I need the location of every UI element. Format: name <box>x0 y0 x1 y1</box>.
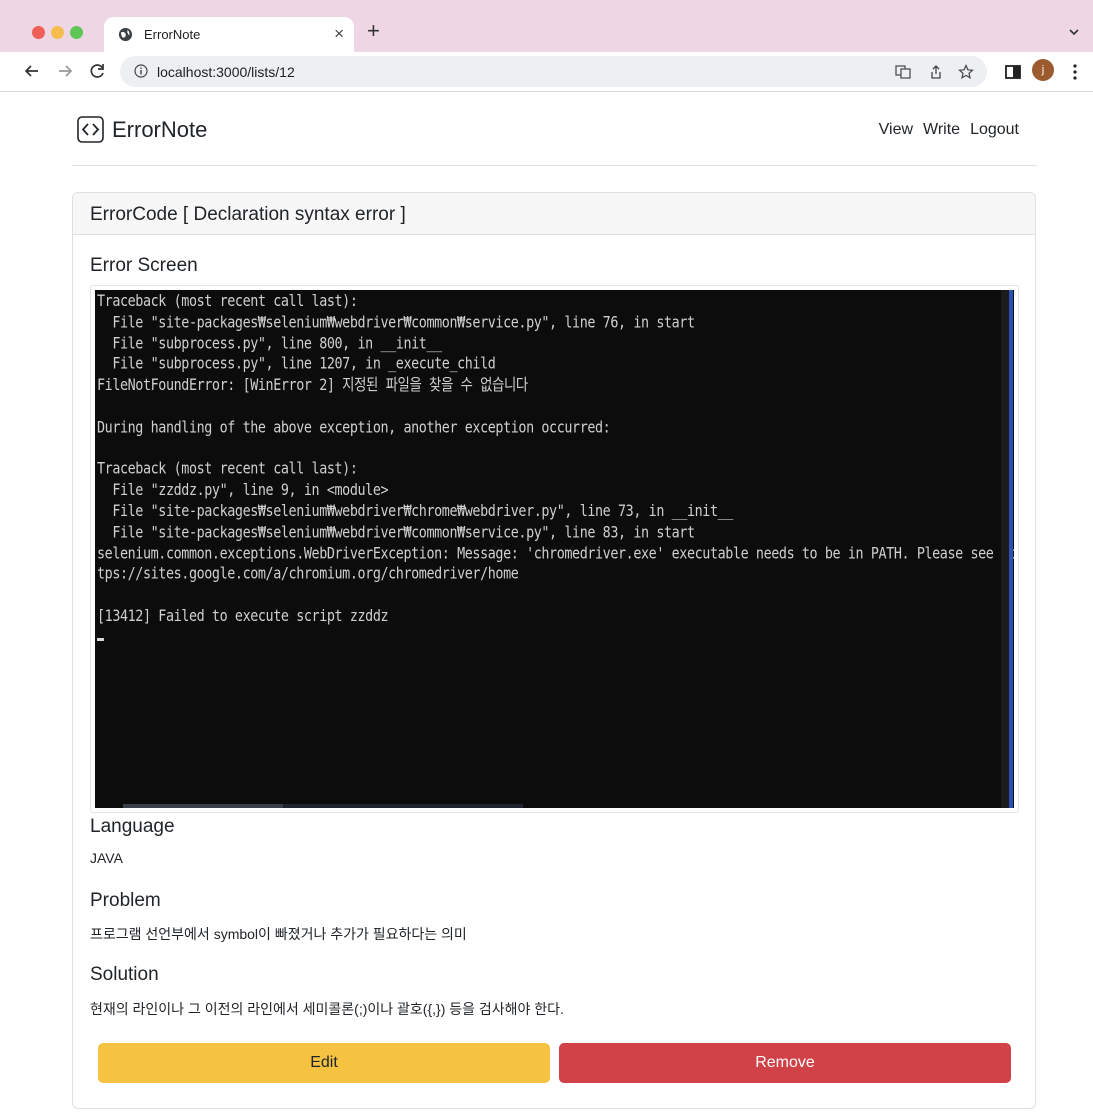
nav-write-link[interactable]: Write <box>923 121 960 139</box>
console-window: Traceback (most recent call last): File … <box>95 290 1014 808</box>
console-cursor <box>97 638 104 641</box>
brand-name: ErrorNote <box>112 117 208 142</box>
nav-view-link[interactable]: View <box>879 121 913 139</box>
reload-icon[interactable] <box>88 61 108 81</box>
page-content: ErrorNote View Write Logout ErrorCode [ … <box>0 93 1093 1115</box>
url-text[interactable]: localhost:3000/lists/12 <box>157 64 295 80</box>
problem-heading: Problem <box>90 890 161 911</box>
back-arrow-icon[interactable] <box>22 61 42 81</box>
card-header: ErrorCode [ Declaration syntax error ] <box>73 193 1035 235</box>
address-bar[interactable]: localhost:3000/lists/12 <box>120 56 987 87</box>
window-zoom-button[interactable] <box>70 26 83 39</box>
info-icon[interactable] <box>134 64 148 78</box>
solution-text: 현재의 라인이나 그 이전의 라인에서 세미콜론(;)이나 괄호({,}) 등을… <box>90 1001 564 1017</box>
console-h-scrollbar <box>123 804 283 808</box>
nav-logout-link[interactable]: Logout <box>970 121 1019 139</box>
bookmark-star-icon[interactable] <box>958 64 974 80</box>
code-brackets-icon <box>77 116 104 143</box>
browser-toolbar: localhost:3000/lists/12 <box>0 52 1093 92</box>
error-screenshot: Traceback (most recent call last): File … <box>90 285 1019 813</box>
solution-heading: Solution <box>90 964 159 985</box>
remove-button[interactable]: Remove <box>559 1043 1011 1083</box>
tab-title: ErrorNote <box>144 27 201 42</box>
error-code-title: ErrorCode [ Declaration syntax error ] <box>90 204 406 225</box>
console-scrollbar <box>1009 290 1013 808</box>
side-panel-icon[interactable] <box>1004 63 1022 81</box>
profile-avatar[interactable]: j <box>1032 59 1054 81</box>
chevron-down-icon[interactable] <box>1069 27 1079 37</box>
console-output: Traceback (most recent call last): File … <box>97 293 1014 626</box>
edit-button[interactable]: Edit <box>98 1043 550 1083</box>
tab-close-icon[interactable]: × <box>334 24 344 44</box>
problem-text: 프로그램 선언부에서 symbol이 빠졌거나 추가가 필요하다는 의미 <box>90 926 467 942</box>
nav-divider <box>72 165 1037 166</box>
language-value: JAVA <box>90 850 123 866</box>
error-note-card: ErrorCode [ Declaration syntax error ] E… <box>72 192 1036 1109</box>
new-tab-button[interactable]: + <box>367 20 380 42</box>
translate-icon[interactable] <box>895 64 911 80</box>
more-menu-icon[interactable] <box>1066 63 1084 81</box>
language-heading: Language <box>90 816 175 837</box>
window-minimize-button[interactable] <box>51 26 64 39</box>
top-navigation: View Write Logout <box>879 121 1019 139</box>
browser-tab[interactable]: ErrorNote × <box>104 17 354 52</box>
error-screen-heading: Error Screen <box>90 255 198 276</box>
share-icon[interactable] <box>928 64 944 80</box>
window-close-button[interactable] <box>32 26 45 39</box>
browser-tab-bar: ErrorNote × + <box>0 0 1093 52</box>
forward-arrow-icon[interactable] <box>55 61 75 81</box>
globe-icon <box>118 27 133 42</box>
console-scrollbar-track <box>1001 290 1009 808</box>
